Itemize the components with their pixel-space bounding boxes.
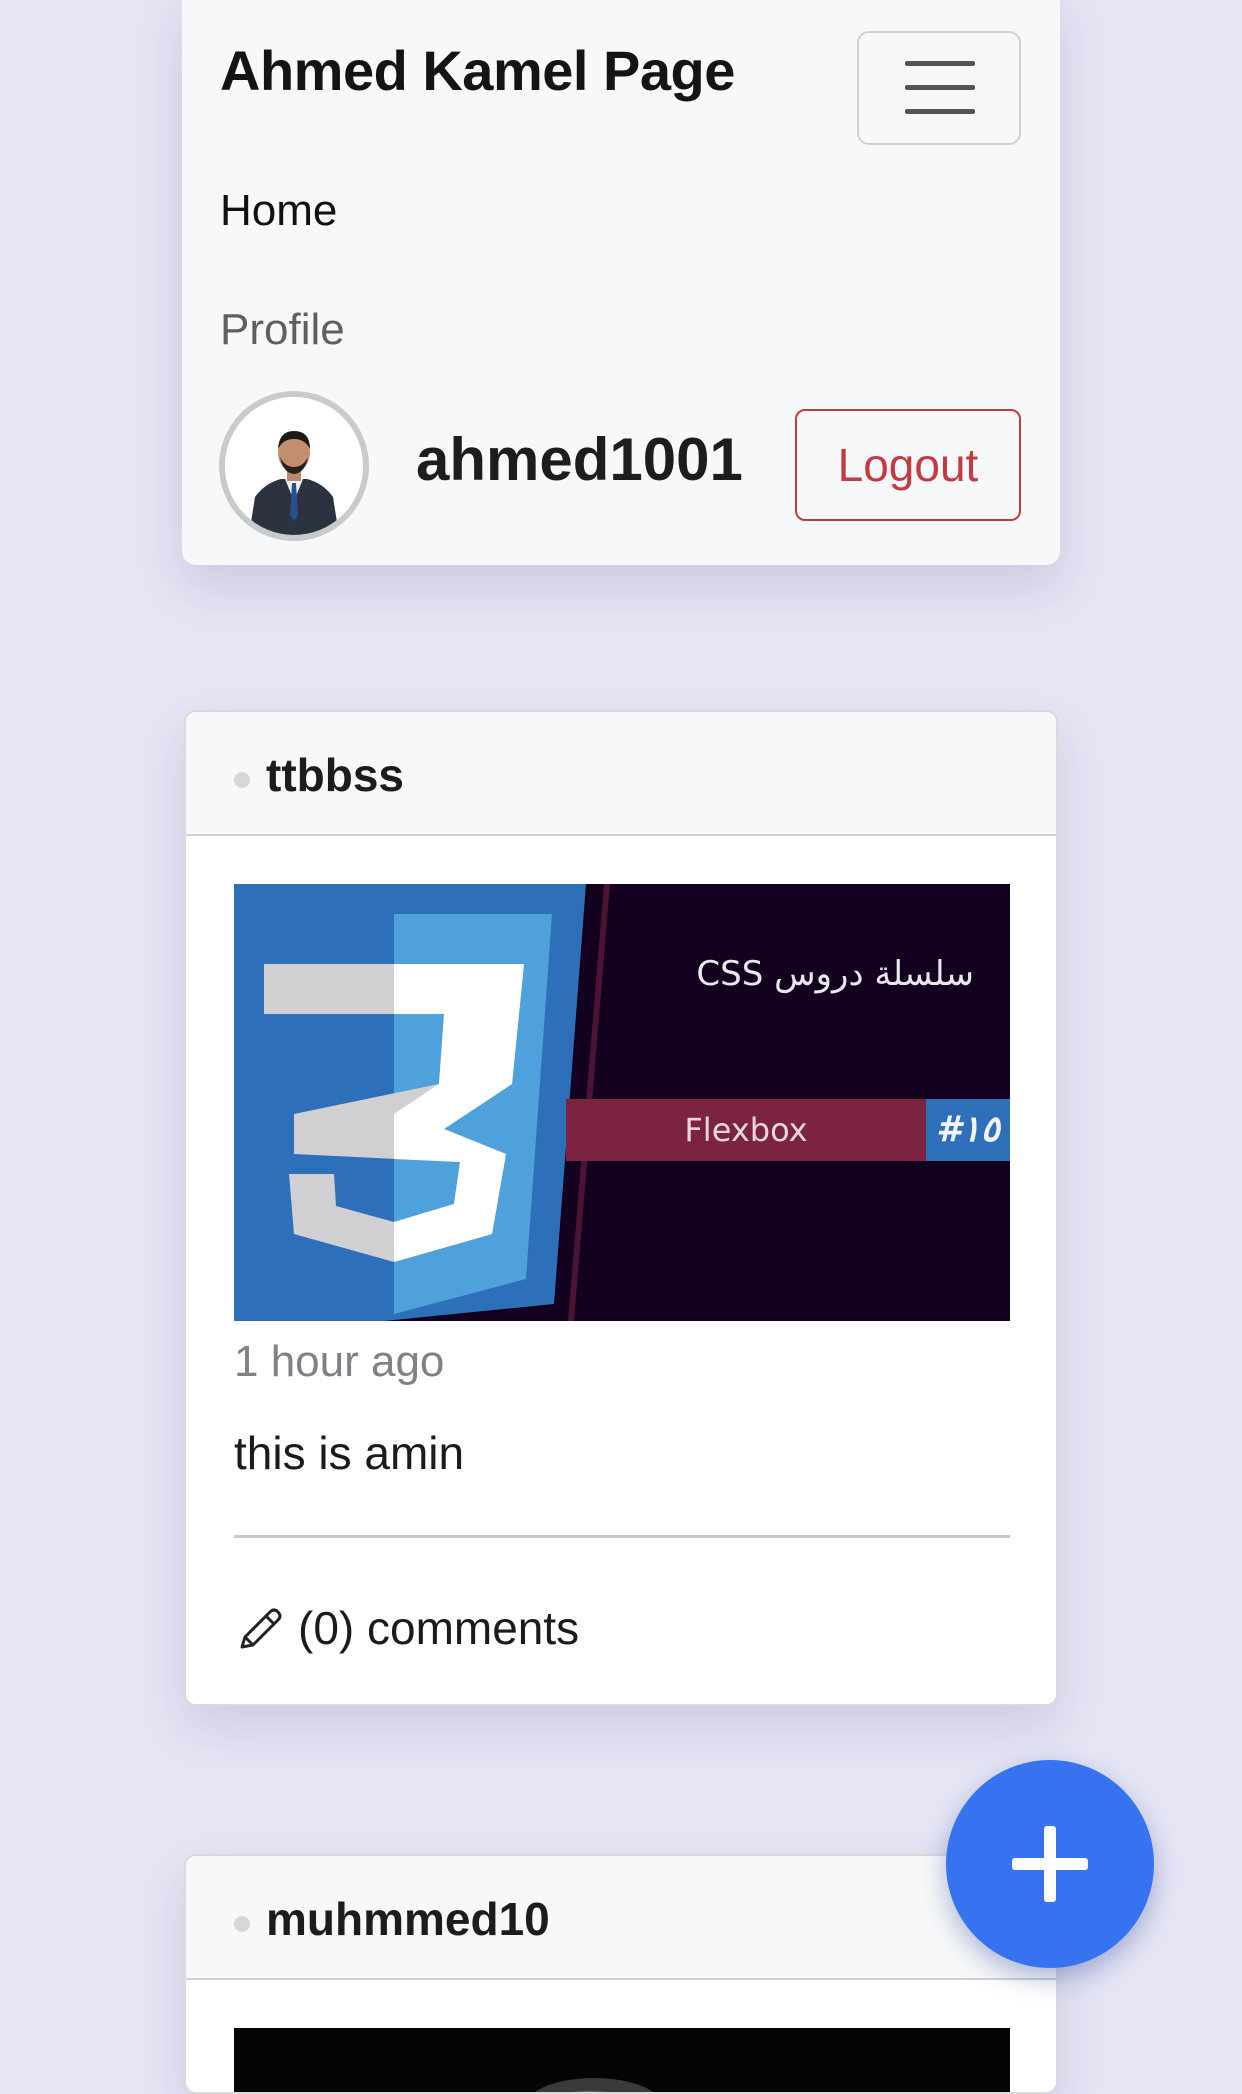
plus-icon-bar (1044, 1826, 1056, 1902)
pencil-icon (240, 1608, 282, 1649)
post-body: this is amin (234, 1427, 465, 1479)
status-dot-icon (234, 1916, 250, 1932)
post-card: ttbbss سلسلة دروس CSS Flexbox #١٥ 1 hour… (184, 710, 1058, 1706)
nav-link-home[interactable]: Home (220, 186, 337, 236)
post-author[interactable]: muhmmed10 (266, 1892, 550, 1946)
user-photo (225, 397, 363, 535)
logout-button[interactable]: Logout (795, 409, 1021, 521)
comments-link[interactable]: (0) comments (234, 1598, 579, 1658)
image-tag-text: #١٥ (926, 1099, 1010, 1161)
avatar[interactable] (219, 391, 369, 541)
brand-title[interactable]: Ahmed Kamel Page (220, 38, 735, 103)
navbar: Ahmed Kamel Page Home Profile ahmed1001 … (182, 0, 1060, 565)
post-card: muhmmed10 (184, 1854, 1058, 2094)
nav-link-profile[interactable]: Profile (220, 305, 345, 355)
add-post-button[interactable] (946, 1760, 1154, 1968)
comments-label: (0) comments (298, 1602, 580, 1654)
post-timestamp: 1 hour ago (234, 1337, 445, 1386)
hamburger-icon-bar (905, 85, 975, 90)
photo-image (234, 2028, 1010, 2092)
menu-toggle-button[interactable] (857, 31, 1021, 145)
status-dot-icon (234, 772, 250, 788)
post-author[interactable]: ttbbss (266, 748, 404, 802)
username: ahmed1001 (416, 426, 743, 493)
post-header: ttbbss (186, 712, 1056, 836)
post-image[interactable]: سلسلة دروس CSS Flexbox #١٥ (234, 884, 1010, 1321)
post-header: muhmmed10 (186, 1856, 1056, 1980)
divider (234, 1535, 1010, 1538)
hamburger-icon-bar (905, 109, 975, 114)
image-title-text: سلسلة دروس CSS (696, 954, 974, 994)
post-image[interactable] (234, 2028, 1010, 2092)
hamburger-icon (905, 61, 975, 66)
image-band-text: Flexbox (566, 1099, 926, 1161)
